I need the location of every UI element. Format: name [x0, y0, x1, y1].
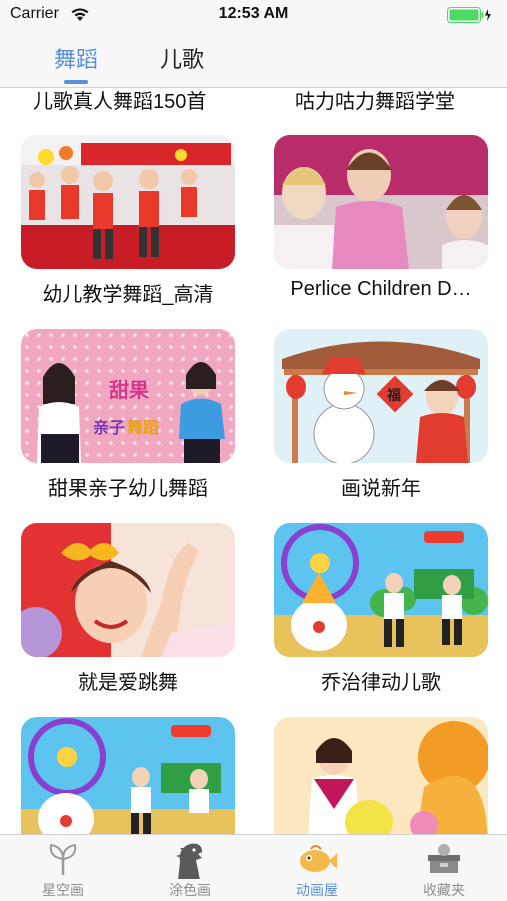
clock: 12:53 AM	[218, 5, 289, 22]
tab-cartoon-house[interactable]: 动画屋	[254, 835, 380, 901]
tab-coloring[interactable]: 涂色画	[127, 835, 253, 901]
thumb-text: 甜果	[109, 378, 149, 402]
video-title: 乔治律动儿歌	[321, 672, 441, 694]
thumb-text: 亲子	[93, 418, 125, 437]
active-tab-indicator	[64, 80, 88, 84]
video-thumbnail[interactable]	[274, 135, 488, 269]
tab-label: 涂色画	[169, 882, 211, 898]
video-thumbnail[interactable]: 福	[274, 329, 488, 463]
box-icon	[428, 844, 460, 873]
video-grid: 儿歌真人舞蹈150首 咕力咕力舞蹈学堂 幼儿教学舞蹈_高清 Perlice Ch…	[0, 88, 507, 834]
video-thumbnail[interactable]: 甜果 亲子 舞蹈	[21, 329, 235, 463]
video-thumbnail[interactable]	[21, 717, 235, 834]
bottom-tab-bar: 星空画 涂色画 动画屋 收藏夹	[0, 834, 507, 901]
tab-favorites[interactable]: 收藏夹	[381, 835, 507, 901]
tab-starry-drawing[interactable]: 星空画	[0, 835, 126, 901]
tab-label: 收藏夹	[423, 882, 465, 898]
thumb-text: 福	[386, 387, 401, 404]
category-tab-bar: 舞蹈 儿歌	[0, 30, 507, 88]
video-title: 就是爱跳舞	[78, 672, 178, 694]
partial-title-right[interactable]: 咕力咕力舞蹈学堂	[295, 88, 455, 114]
partial-title-left[interactable]: 儿歌真人舞蹈150首	[33, 88, 206, 114]
video-thumbnail[interactable]	[274, 717, 488, 834]
video-title: 画说新年	[341, 478, 421, 500]
plant-icon	[49, 843, 77, 875]
tab-label: 星空画	[42, 882, 84, 898]
video-title: 幼儿教学舞蹈_高清	[42, 284, 214, 306]
video-thumbnail[interactable]	[274, 523, 488, 657]
video-title: Perlice Children D…	[290, 278, 472, 300]
dinosaur-icon	[176, 843, 202, 879]
tab-label: 动画屋	[296, 882, 338, 898]
tab-dance[interactable]: 舞蹈	[54, 42, 98, 74]
video-thumbnail[interactable]	[21, 135, 235, 269]
fish-icon	[300, 845, 337, 872]
thumb-text: 舞蹈	[127, 418, 159, 437]
video-title: 甜果亲子幼儿舞蹈	[48, 478, 208, 500]
tab-songs[interactable]: 儿歌	[160, 42, 204, 74]
status-bar: Carrier 12:53 AM	[0, 0, 507, 30]
battery-icon	[447, 7, 491, 23]
video-thumbnail[interactable]	[21, 523, 235, 657]
